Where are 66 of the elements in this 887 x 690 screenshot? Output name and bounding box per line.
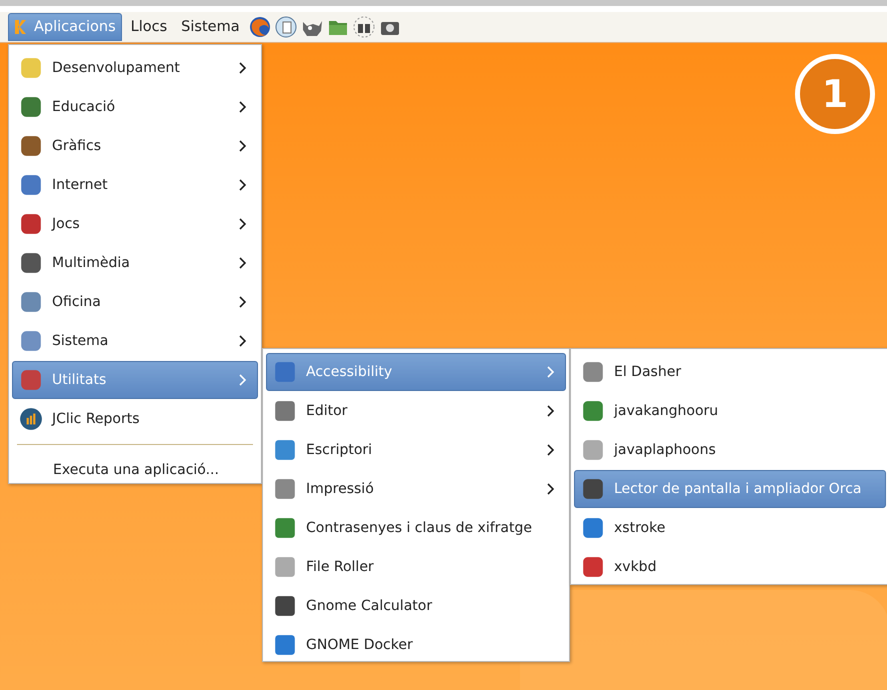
menu-item[interactable]: Educació [12,88,258,126]
menu-item[interactable]: Desenvolupament [12,49,258,87]
application-icon [273,594,297,618]
globe-icon[interactable] [248,16,271,38]
category-icon [19,368,43,392]
menu-item[interactable]: Multimèdia [12,244,258,282]
chevron-right-icon [547,483,555,495]
menu-item[interactable]: GNOME Docker [266,626,566,664]
application-icon [273,399,297,423]
chevron-right-icon [239,335,247,347]
chevron-right-icon [239,218,247,230]
category-icon [19,95,43,119]
menu-item[interactable]: Editor [266,392,566,430]
application-icon [581,399,605,423]
binoculars-icon[interactable] [352,16,375,38]
application-icon [273,360,297,384]
application-icon [273,438,297,462]
panel-menu[interactable]: Llocs [126,13,172,41]
chevron-right-icon [239,374,247,386]
application-icon [581,438,605,462]
chevron-right-icon [239,179,247,191]
menu-item[interactable]: El Dasher [574,353,886,391]
chevron-right-icon [239,140,247,152]
category-icon [19,290,43,314]
chevron-right-icon [239,296,247,308]
chevron-right-icon [239,62,247,74]
application-icon [273,477,297,501]
chevron-right-icon [239,101,247,113]
chart-icon [19,407,43,431]
application-icon [273,633,297,657]
category-icon [19,251,43,275]
menu-item[interactable]: javaplaphoons [574,431,886,469]
menu-item[interactable]: Internet [12,166,258,204]
category-icon [19,329,43,353]
category-icon [19,134,43,158]
logo-icon [14,19,28,35]
menu-item[interactable]: File Roller [266,548,566,586]
menu-item[interactable]: Oficina [12,283,258,321]
category-icon [19,56,43,80]
menu-item[interactable]: Sistema [12,322,258,360]
category-icon [19,173,43,197]
menu-item[interactable]: Escriptori [266,431,566,469]
application-icon [581,360,605,384]
menu-item[interactable]: Jocs [12,205,258,243]
application-icon [581,516,605,540]
menu-item[interactable]: Contrasenyes i claus de xifratge [266,509,566,547]
menu-item[interactable]: xvkbd [574,548,886,586]
chevron-right-icon [547,444,555,456]
chevron-right-icon [239,257,247,269]
menu-item[interactable]: JClic Reports [12,400,258,438]
application-icon [273,516,297,540]
application-icon [581,555,605,579]
menu-item[interactable]: Gràfics [12,127,258,165]
chevron-right-icon [547,405,555,417]
menu-item[interactable]: Executa una aplicació... [12,451,258,489]
menu-item[interactable]: Impressió [266,470,566,508]
menu-item[interactable]: javakanghooru [574,392,886,430]
menu-item[interactable]: Gnome Calculator [266,587,566,625]
panel-menu[interactable]: Sistema [176,13,245,41]
chevron-right-icon [547,366,555,378]
application-icon [581,477,605,501]
step-badge: 1 [795,54,875,134]
document-icon[interactable] [274,16,297,38]
menu-item[interactable]: xstroke [574,509,886,547]
application-icon [273,555,297,579]
category-icon [19,212,43,236]
